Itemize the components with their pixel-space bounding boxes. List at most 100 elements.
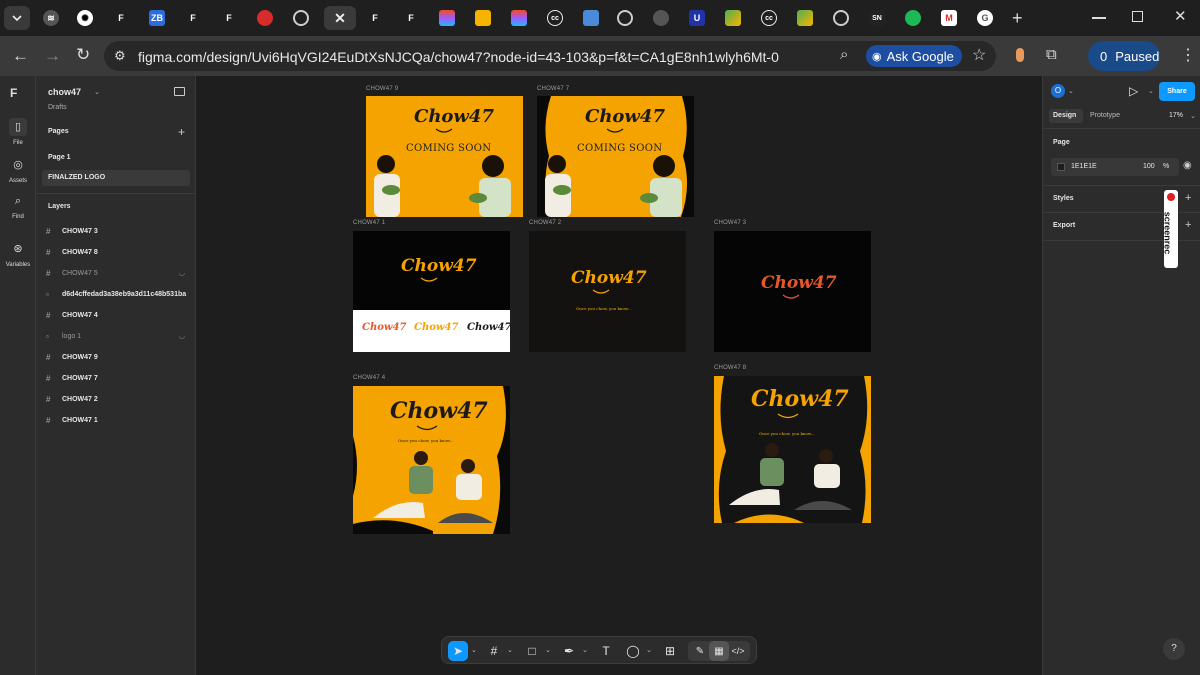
actions-button[interactable]: ⊞ — [660, 641, 680, 661]
tab-group[interactable] — [646, 6, 676, 30]
ask-google-button[interactable]: ◉ Ask Google — [866, 45, 962, 67]
back-icon[interactable]: ← — [12, 46, 29, 66]
layer-row[interactable]: # CHOW47 7 — [46, 370, 191, 386]
design-canvas[interactable]: CHOW47 9 Chow47 COMING SOON CHOW47 7 Cho… — [197, 76, 1041, 675]
reload-icon[interactable]: ↻ — [76, 45, 90, 65]
extension-icon[interactable] — [1016, 48, 1024, 62]
draw-mode-button[interactable]: ✎ — [690, 641, 710, 661]
tab-figma-3[interactable]: F — [214, 6, 244, 30]
forward-icon[interactable]: → — [44, 46, 61, 66]
tab-image[interactable] — [576, 6, 606, 30]
screenrec-widget[interactable]: screenrec — [1162, 190, 1178, 268]
tab-slides[interactable] — [468, 6, 498, 30]
page-color-hex[interactable]: 1E1E1E — [1071, 163, 1097, 170]
site-settings-icon[interactable]: ⚙ — [114, 48, 126, 64]
hidden-eye-icon[interactable]: ◡ — [179, 332, 185, 340]
color-swatch[interactable] — [1057, 163, 1065, 171]
figma-menu-icon[interactable]: F — [10, 86, 17, 100]
tab-spotify[interactable]: ≋ — [36, 6, 66, 30]
design-mode-button[interactable]: ▦ — [709, 641, 729, 661]
bookmark-star-icon[interactable]: ☆ — [972, 45, 986, 65]
tab-prototype[interactable]: Prototype — [1090, 112, 1120, 119]
frame-label-chow47-9[interactable]: CHOW47 9 — [366, 86, 398, 92]
tab-figma-5[interactable]: F — [396, 6, 426, 30]
frame-label-chow47-4[interactable]: CHOW47 4 — [353, 375, 385, 381]
tab-search-button[interactable] — [4, 6, 30, 30]
rail-assets[interactable]: ◎ Assets — [0, 156, 36, 184]
layer-row[interactable]: # CHOW47 9 — [46, 349, 191, 365]
minimize-icon[interactable] — [1092, 17, 1106, 19]
move-tool-chevron-icon[interactable]: ⌄ — [471, 646, 477, 654]
tab-design[interactable]: Design — [1049, 109, 1083, 123]
zoom-chevron-icon[interactable]: ⌄ — [1190, 112, 1196, 120]
tab-chatgpt[interactable]: ✺ — [70, 6, 100, 30]
layer-row[interactable]: # CHOW47 4 — [46, 307, 191, 323]
layer-row[interactable]: # CHOW47 1 — [46, 412, 191, 428]
share-button[interactable]: Share — [1159, 82, 1195, 101]
zoom-level[interactable]: 17% — [1169, 112, 1183, 119]
frame-chow47-3[interactable]: Chow47 — [714, 231, 871, 352]
tab-figma-4[interactable]: F — [360, 6, 390, 30]
layer-row[interactable]: # CHOW47 8 — [46, 244, 191, 260]
tab-figma-1[interactable]: F — [106, 6, 136, 30]
frame-chow47-9[interactable]: Chow47 COMING SOON — [366, 96, 523, 217]
zoom-icon[interactable]: ⌕ — [840, 46, 848, 63]
page-color-field[interactable]: 1E1E1E 100 % — [1051, 158, 1179, 176]
tab-figma-color[interactable] — [432, 6, 462, 30]
pen-tool-button[interactable]: ✒ — [559, 641, 579, 661]
layer-row[interactable]: ▫ logo 1 ◡ — [46, 328, 191, 344]
text-tool-button[interactable]: T — [596, 641, 616, 661]
tab-figma-2[interactable]: F — [178, 6, 208, 30]
tab-red-app[interactable] — [250, 6, 280, 30]
rail-file[interactable]: ▯ File — [0, 118, 36, 146]
page-item-page-1[interactable]: Page 1 — [42, 150, 190, 166]
record-icon[interactable] — [1167, 193, 1175, 201]
shape-tool-chevron-icon[interactable]: ⌄ — [545, 646, 551, 654]
browser-menu-icon[interactable]: ⋮ — [1180, 45, 1196, 65]
address-bar[interactable]: ⚙ figma.com/design/Uvi6HqVGI24EuDtXsNJCQ… — [104, 41, 996, 71]
frame-chow47-4[interactable]: Chow47 Once you chow, you know... — [353, 386, 510, 534]
tab-google[interactable]: G — [970, 6, 1000, 30]
frame-chow47-2[interactable]: Chow47 Once you chow, you know... — [529, 231, 686, 352]
layer-row[interactable]: # CHOW47 5 ◡ — [46, 265, 191, 281]
tab-cc-2[interactable]: cc — [754, 6, 784, 30]
hidden-eye-icon[interactable]: ◡ — [179, 269, 185, 277]
sidebar-toggle-icon[interactable] — [174, 87, 185, 96]
add-style-icon[interactable]: + — [1185, 192, 1191, 204]
tab-globe-1[interactable] — [286, 6, 316, 30]
extensions-puzzle-icon[interactable]: ⧉ — [1046, 46, 1057, 63]
tab-sn[interactable]: SN — [862, 6, 892, 30]
page-item-finalized-logo[interactable]: FINALZED LOGO — [42, 170, 190, 186]
frame-chow47-1[interactable]: Chow47 Chow47 Chow47 Chow47 — [353, 231, 510, 352]
shape-tool-button[interactable]: □ — [522, 641, 542, 661]
layer-row[interactable]: ▫ d6d4cffedad3a38eb9a3d11c48b531ba — [46, 286, 191, 302]
file-menu-chevron-icon[interactable]: ⌄ — [94, 88, 100, 96]
layer-row[interactable]: # CHOW47 2 — [46, 391, 191, 407]
restore-icon[interactable] — [1132, 11, 1143, 22]
visibility-eye-icon[interactable]: ◉ — [1183, 160, 1192, 171]
avatar[interactable]: O — [1051, 84, 1065, 98]
url-text[interactable]: figma.com/design/Uvi6HqVGI24EuDtXsNJCQa/… — [138, 49, 779, 65]
tab-puzzle-2[interactable] — [790, 6, 820, 30]
close-icon[interactable]: ✕ — [334, 10, 346, 27]
frame-label-chow47-1[interactable]: CHOW47 1 — [353, 220, 385, 226]
tab-cc-1[interactable]: cc — [540, 6, 570, 30]
comment-tool-button[interactable]: ◯ — [623, 641, 643, 661]
frame-tool-button[interactable]: # — [484, 641, 504, 661]
move-tool-button[interactable]: ➤ — [448, 641, 468, 661]
tab-gmail[interactable]: M — [934, 6, 964, 30]
frame-tool-chevron-icon[interactable]: ⌄ — [507, 646, 513, 654]
tab-close-active[interactable]: ✕ — [324, 6, 356, 30]
add-export-icon[interactable]: + — [1185, 219, 1191, 231]
help-button[interactable]: ? — [1163, 638, 1185, 660]
file-name[interactable]: chow47 — [48, 87, 81, 97]
rail-variables[interactable]: ⊛ Variables — [0, 240, 36, 268]
frame-chow47-8[interactable]: Chow47 Once you chow, you know... — [714, 376, 871, 523]
add-page-icon[interactable]: + — [178, 125, 185, 139]
layer-row[interactable]: # CHOW47 3 — [46, 223, 191, 239]
pen-tool-chevron-icon[interactable]: ⌄ — [582, 646, 588, 654]
frame-label-chow47-7[interactable]: CHOW47 7 — [537, 86, 569, 92]
present-chevron-icon[interactable]: ⌄ — [1148, 87, 1154, 95]
tab-globe-3[interactable] — [826, 6, 856, 30]
rail-find[interactable]: ⌕ Find — [0, 192, 36, 220]
